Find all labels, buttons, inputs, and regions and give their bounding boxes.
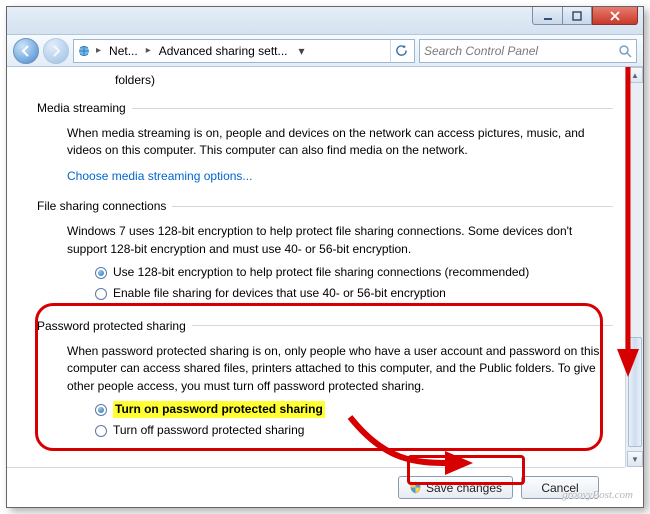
chevron-right-icon: ▸ <box>94 45 103 56</box>
section-title-file: File sharing connections <box>37 199 166 213</box>
prev-section-fragment: folders) <box>37 73 613 87</box>
radio-icon <box>95 267 107 279</box>
radio-128bit[interactable]: Use 128-bit encryption to help protect f… <box>67 262 607 283</box>
back-button[interactable] <box>13 38 39 64</box>
minimize-button[interactable] <box>532 7 562 25</box>
forward-button[interactable] <box>43 38 69 64</box>
radio-label: Turn on password protected sharing <box>113 401 325 418</box>
watermark: groovyPost.com <box>562 489 633 501</box>
address-bar[interactable]: ▸ Net... ▸ Advanced sharing sett... ▾ <box>73 39 415 63</box>
radio-icon <box>95 425 107 437</box>
search-placeholder: Search Control Panel <box>424 44 614 58</box>
radio-pwd-off[interactable]: Turn off password protected sharing <box>67 420 607 441</box>
section-title-pwd: Password protected sharing <box>37 319 186 333</box>
content-area: folders) Media streaming When media stre… <box>7 67 625 467</box>
shield-icon <box>409 481 422 494</box>
button-row: Save changes Cancel <box>7 467 625 507</box>
refresh-button[interactable] <box>390 40 412 62</box>
button-label: Save changes <box>426 481 502 495</box>
scroll-up-button[interactable]: ▲ <box>627 67 643 83</box>
radio-icon <box>95 404 107 416</box>
breadcrumb-seg-2[interactable]: Advanced sharing sett... <box>155 44 292 58</box>
maximize-button[interactable] <box>562 7 592 25</box>
section-title-media: Media streaming <box>37 101 126 115</box>
close-button[interactable] <box>592 7 638 25</box>
radio-label: Enable file sharing for devices that use… <box>113 285 446 302</box>
divider <box>172 206 613 207</box>
radio-icon <box>95 288 107 300</box>
media-options-link[interactable]: Choose media streaming options... <box>37 168 613 185</box>
pwd-body: When password protected sharing is on, o… <box>37 333 613 395</box>
divider <box>132 108 613 109</box>
scroll-down-button[interactable]: ▼ <box>627 451 643 467</box>
media-body: When media streaming is on, people and d… <box>37 115 613 160</box>
radio-label: Turn off password protected sharing <box>113 422 304 439</box>
search-icon <box>618 44 632 58</box>
file-body: Windows 7 uses 128-bit encryption to hel… <box>37 213 613 258</box>
search-input[interactable]: Search Control Panel <box>419 39 637 63</box>
navbar: ▸ Net... ▸ Advanced sharing sett... ▾ Se… <box>7 35 643 67</box>
radio-pwd-on[interactable]: Turn on password protected sharing <box>67 399 607 420</box>
window: ▸ Net... ▸ Advanced sharing sett... ▾ Se… <box>6 6 644 508</box>
breadcrumb-dropdown[interactable]: ▾ <box>294 44 310 58</box>
save-changes-button[interactable]: Save changes <box>398 476 513 499</box>
radio-label: Use 128-bit encryption to help protect f… <box>113 264 529 281</box>
scroll-thumb[interactable] <box>628 337 642 447</box>
radio-4056bit[interactable]: Enable file sharing for devices that use… <box>67 283 607 304</box>
network-icon <box>76 43 92 59</box>
scrollbar[interactable]: ▲ ▼ <box>625 67 643 467</box>
titlebar <box>7 7 643 35</box>
divider <box>192 325 613 326</box>
breadcrumb-seg-1[interactable]: Net... <box>105 44 142 58</box>
chevron-right-icon: ▸ <box>144 45 153 56</box>
